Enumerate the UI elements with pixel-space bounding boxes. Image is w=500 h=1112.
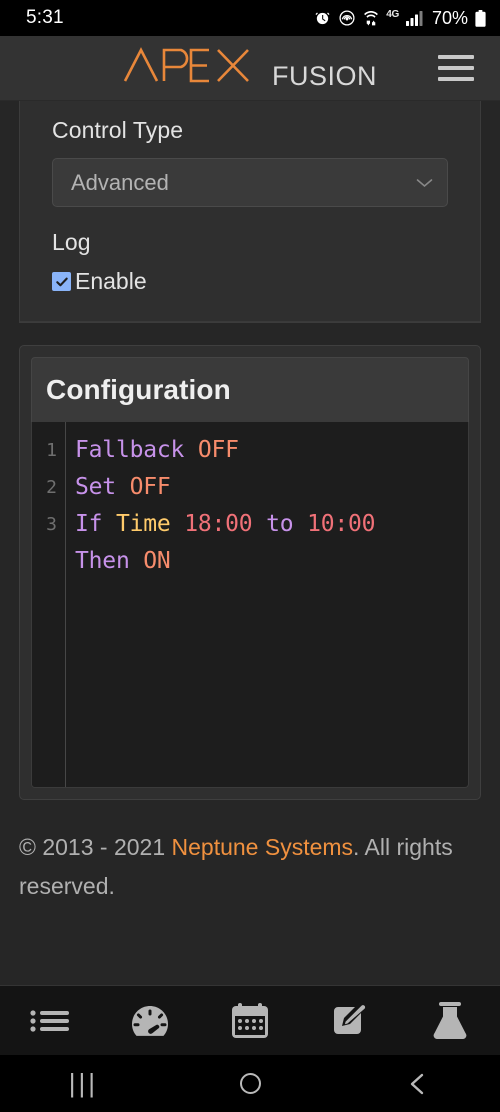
gauge-icon: [132, 1005, 168, 1036]
recents-icon: |||: [68, 1068, 98, 1098]
code-token: OFF: [129, 474, 171, 500]
wifi-transfer-icon: [363, 9, 379, 27]
edit-square-icon: [334, 1004, 366, 1034]
battery-icon: [475, 9, 486, 27]
list-icon: [30, 1009, 69, 1032]
hamburger-bar: [438, 77, 474, 81]
network-4g-icon: 4G: [386, 8, 399, 20]
settings-card: Control Type Advanced Log Enable: [19, 101, 481, 323]
log-enable-checkbox[interactable]: [52, 272, 71, 291]
configuration-title: Configuration: [46, 374, 231, 405]
log-label: Log: [52, 229, 91, 255]
editor-line-number: 3: [46, 514, 57, 535]
status-icon-group: 4G 70%: [314, 8, 486, 29]
tab-edit[interactable]: [300, 986, 400, 1055]
calendar-icon: [232, 1002, 268, 1038]
card-spacer: [0, 323, 500, 345]
log-enable-label: Enable: [75, 268, 147, 294]
editor-code-line: Fallback OFF: [75, 432, 468, 469]
footer-copyright: © 2013 - 2021 Neptune Systems. All right…: [0, 800, 500, 906]
battery-percent-label: 70%: [431, 7, 468, 28]
hotspot-icon: [338, 9, 356, 27]
editor-gutter: 1 2 3: [32, 422, 66, 787]
control-type-select[interactable]: Advanced: [52, 158, 448, 207]
hamburger-bar: [438, 66, 474, 70]
editor-code-line: Set OFF: [75, 469, 468, 506]
apex-wordmark: [123, 46, 249, 82]
chevron-down-icon: [416, 178, 433, 187]
editor-code-area[interactable]: Fallback OFF Set OFF If Time 18:00 to 10:0…: [66, 422, 468, 787]
apex-fusion-logo: FUSION: [123, 45, 377, 92]
code-token: 18:00: [184, 511, 253, 537]
tab-lab[interactable]: [400, 986, 500, 1055]
settings-panel: Control Type Advanced Log Enable: [20, 101, 480, 322]
code-token: Set: [75, 474, 116, 500]
bottom-tab-bar: [0, 985, 500, 1055]
android-nav-bar: |||: [0, 1055, 500, 1112]
editor-line-number: 1: [46, 440, 57, 461]
alarm-icon: [314, 10, 331, 27]
code-token: Time: [115, 511, 171, 537]
brand-link[interactable]: Neptune Systems: [172, 834, 354, 860]
editor-line-number: 2: [46, 477, 57, 498]
status-time: 5:31: [26, 7, 64, 28]
recents-button[interactable]: |||: [0, 1068, 167, 1099]
home-circle-icon: [239, 1073, 261, 1094]
code-token: Then: [75, 548, 130, 574]
code-token: If: [75, 511, 103, 537]
signal-bars-icon: [405, 10, 423, 26]
back-button[interactable]: [333, 1072, 500, 1096]
phone-screen: 5:31 4G 70% FUSION Control Type Advanced…: [0, 0, 500, 1112]
status-bar: 5:31 4G 70%: [0, 0, 500, 36]
code-token: ON: [143, 548, 171, 574]
code-token: OFF: [197, 437, 239, 463]
home-button[interactable]: [167, 1073, 334, 1094]
fusion-wordmark: FUSION: [271, 60, 377, 91]
hamburger-bar: [438, 55, 474, 59]
code-token: Fallback: [75, 437, 185, 463]
configuration-card: Configuration 123 Fallback OFF Set OFF If …: [19, 345, 481, 800]
app-header: FUSION: [0, 36, 500, 101]
flask-icon: [433, 1001, 467, 1039]
code-token: to: [266, 511, 294, 537]
editor-code-line: Then ON: [75, 543, 468, 580]
checkmark-icon: [55, 277, 68, 286]
configuration-code-editor[interactable]: 123 Fallback OFF Set OFF If Time 18:00 to …: [31, 422, 469, 788]
tab-list[interactable]: [0, 986, 100, 1055]
tab-calendar[interactable]: [200, 986, 300, 1055]
scroll-content[interactable]: Control Type Advanced Log Enable Configu…: [0, 101, 500, 985]
back-chevron-icon: [410, 1073, 423, 1094]
code-token: 10:00: [307, 511, 376, 537]
copyright-prefix: © 2013 - 2021: [19, 834, 172, 860]
configuration-header: Configuration: [31, 357, 469, 422]
menu-button[interactable]: [438, 55, 474, 81]
editor-code-line: If Time 18:00 to 10:00: [75, 506, 468, 543]
control-type-label: Control Type: [52, 117, 184, 143]
tab-dashboard[interactable]: [100, 986, 200, 1055]
control-type-value: Advanced: [71, 169, 169, 195]
log-enable-row[interactable]: Enable: [52, 268, 448, 295]
